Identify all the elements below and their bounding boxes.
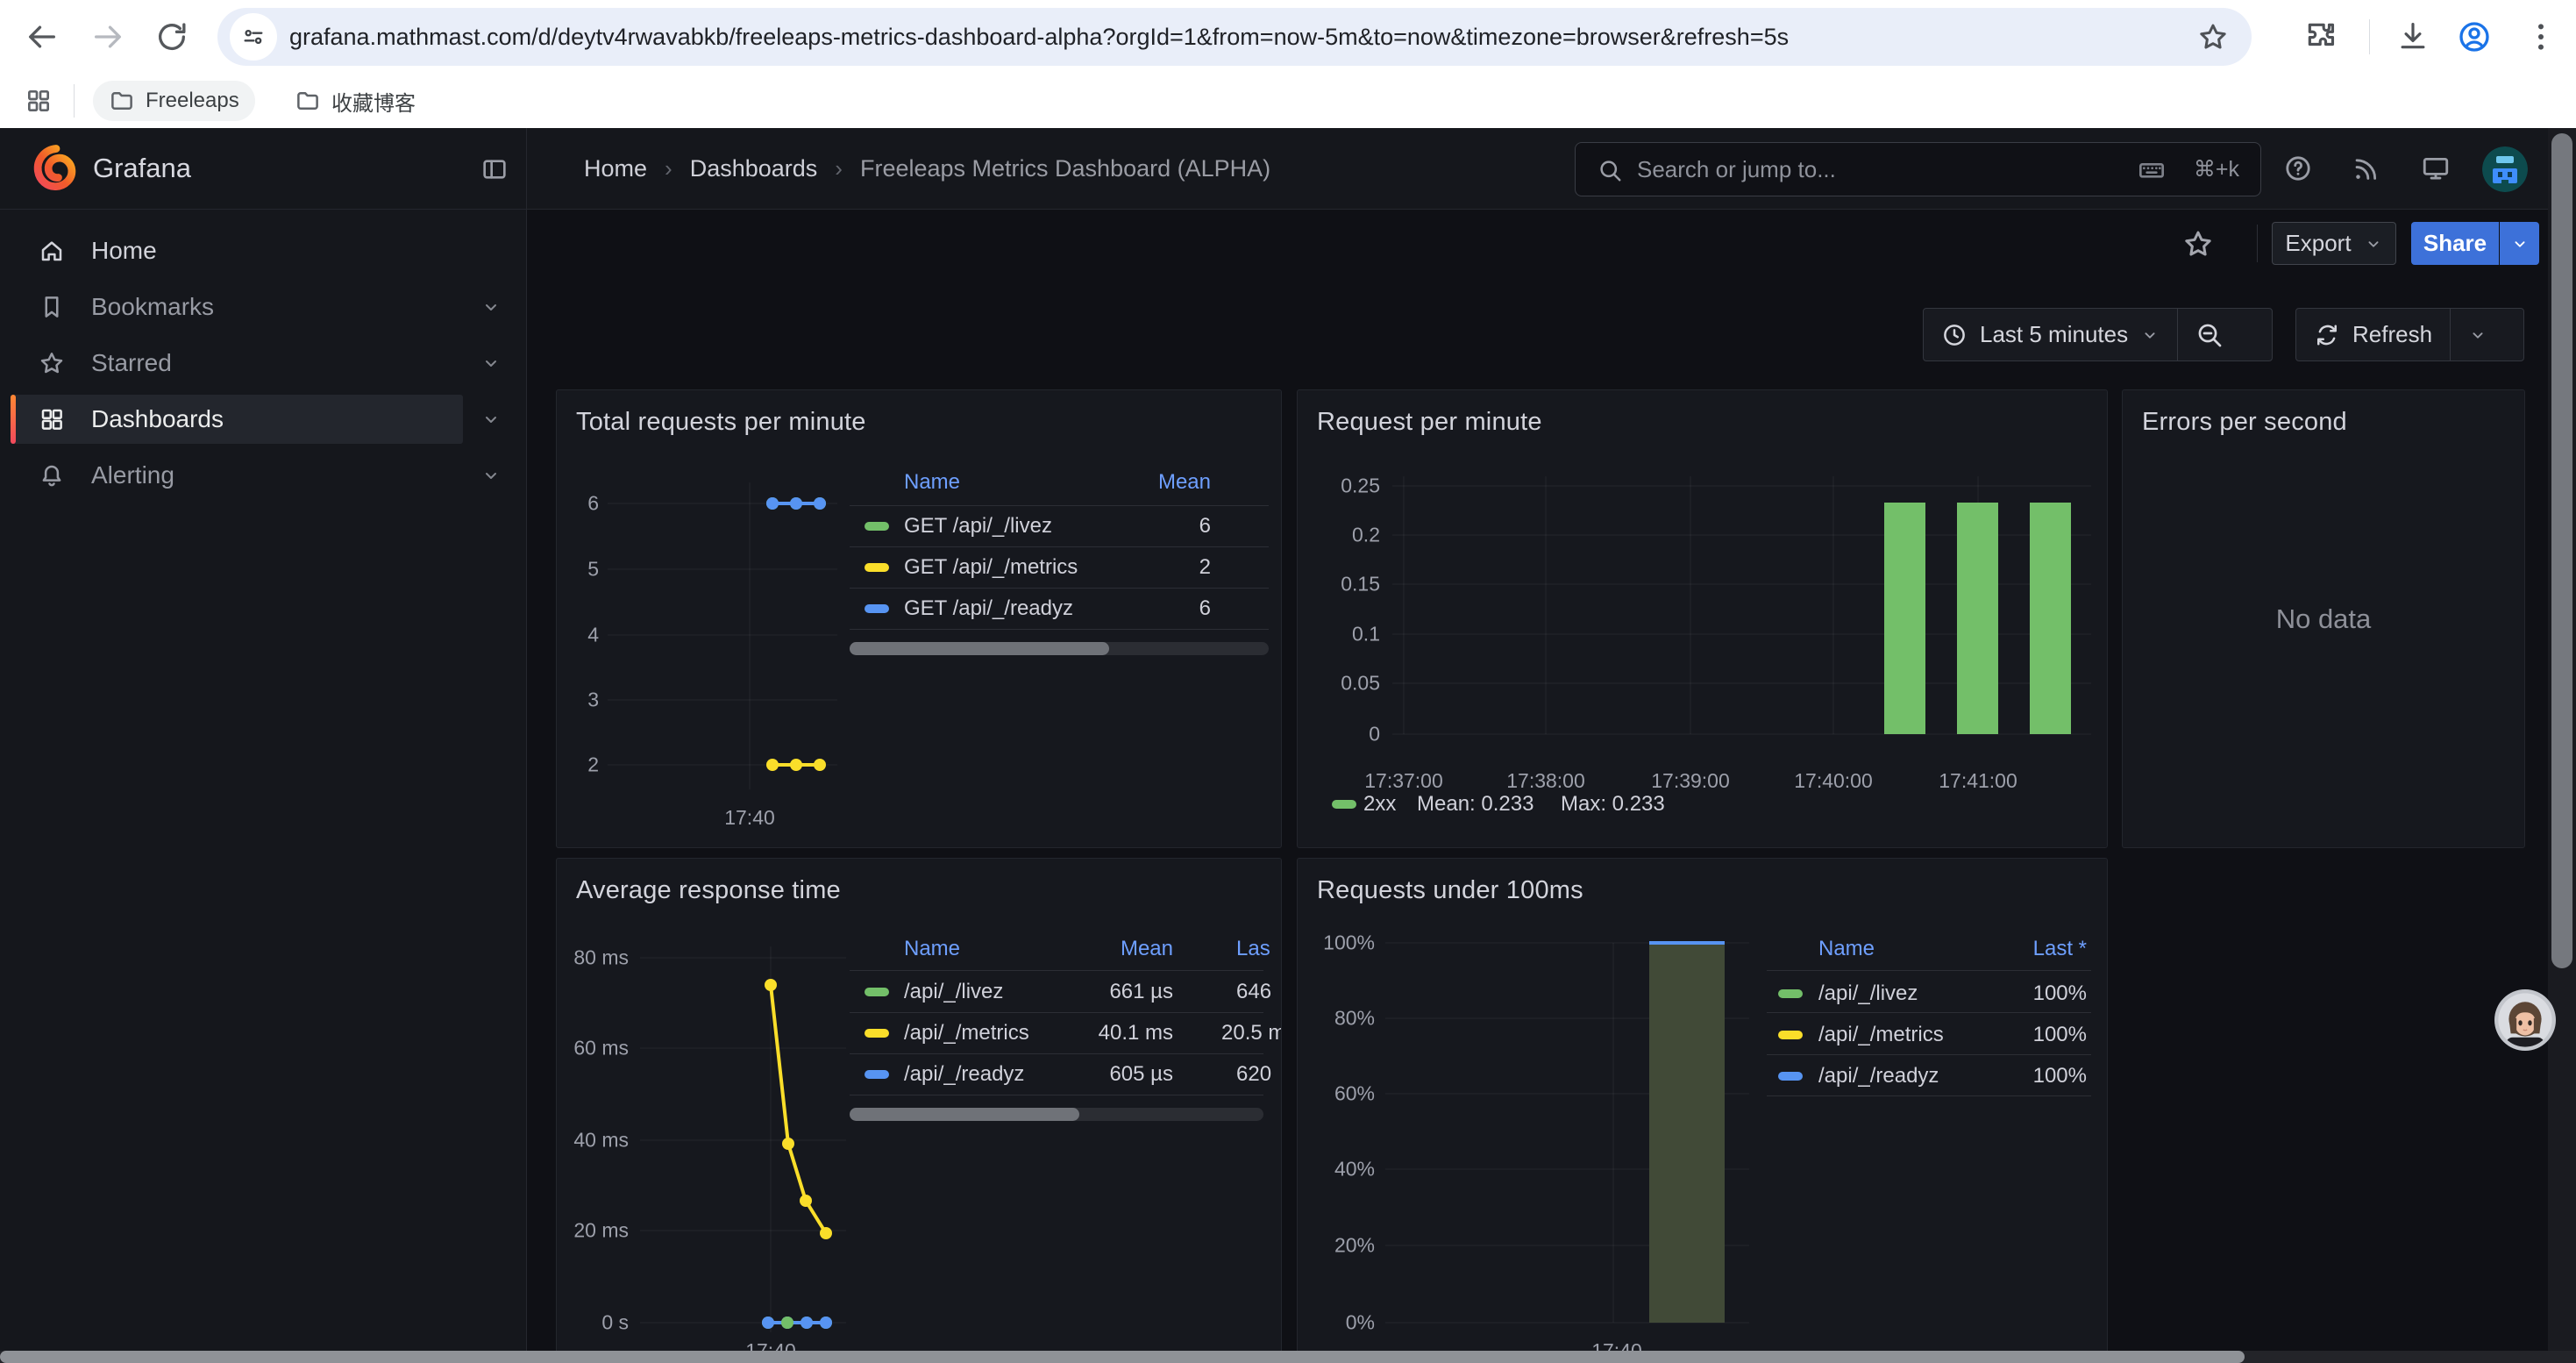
legend-value: 100% [2033, 1064, 2087, 1088]
legend-chip [1778, 989, 1803, 998]
y-axis-tick: 100% [1323, 931, 1375, 955]
legend-chip [865, 604, 889, 613]
legend-chip [1778, 1031, 1803, 1039]
assistant-avatar[interactable] [2494, 989, 2556, 1051]
legend-series-name[interactable]: GET /api/_/livez [904, 514, 1052, 539]
legend-series-name[interactable]: /api/_/readyz [904, 1062, 1024, 1087]
x-axis-tick: 17:39:00 [1651, 769, 1730, 793]
y-axis-tick: 0.2 [1352, 524, 1380, 547]
y-axis-tick: 0% [1346, 1311, 1375, 1335]
legend-value: 661 µs [1109, 980, 1173, 1004]
legend-series-name[interactable]: /api/_/livez [1818, 981, 1918, 1006]
legend-stat: Max: 0.233 [1561, 792, 1665, 817]
y-axis-tick: 60 ms [573, 1037, 629, 1060]
x-axis-tick: 17:38:00 [1506, 769, 1585, 793]
y-axis-tick: 6 [587, 492, 599, 516]
legend-chip [865, 1029, 889, 1038]
legend-value: 40.1 ms [1099, 1021, 1173, 1045]
panel-requests-under-100ms: Requests under 100ms100%80%60%40%20%0%17… [1297, 858, 2108, 1363]
legend-header[interactable]: Mean [1121, 937, 1173, 961]
y-axis-tick: 0 [1369, 723, 1380, 746]
legend-divider [850, 1012, 1263, 1013]
legend-chip [865, 1070, 889, 1079]
y-axis-tick: 4 [587, 624, 599, 647]
legend-divider [850, 629, 1269, 630]
legend-series-name[interactable]: /api/_/metrics [1818, 1023, 1944, 1047]
legend-divider [1767, 970, 2091, 971]
y-axis-tick: 0 s [601, 1311, 629, 1335]
chart-requests-under-100ms [1298, 859, 2108, 1363]
y-axis-tick: 20% [1334, 1234, 1375, 1258]
legend-scrollbar-thumb[interactable] [850, 642, 1109, 655]
legend-value: 100% [2033, 1023, 2087, 1047]
vertical-scrollbar-thumb[interactable] [2551, 133, 2572, 968]
legend-series-name[interactable]: GET /api/_/metrics [904, 555, 1078, 580]
legend-series-name[interactable]: /api/_/metrics [904, 1021, 1029, 1045]
y-axis-tick: 60% [1334, 1082, 1375, 1106]
legend-value: 100% [2033, 981, 2087, 1006]
y-axis-tick: 5 [587, 558, 599, 582]
y-axis-tick: 0.1 [1352, 623, 1380, 646]
x-axis-tick: 17:37:00 [1364, 769, 1443, 793]
panel-average-response-time: Average response time80 ms60 ms40 ms20 m… [556, 858, 1282, 1363]
legend-value: 646 [1236, 980, 1271, 1004]
y-axis-tick: 80 ms [573, 946, 629, 970]
y-axis-tick: 0.05 [1341, 672, 1380, 696]
legend-series-name[interactable]: GET /api/_/readyz [904, 596, 1073, 621]
legend-divider [850, 970, 1263, 971]
legend-chip [865, 563, 889, 572]
panel-errors-per-second: Errors per secondNo data [2122, 389, 2525, 848]
legend-divider [850, 1053, 1263, 1054]
y-axis-tick: 20 ms [573, 1219, 629, 1243]
legend-divider [1767, 1012, 2091, 1013]
legend-chip [865, 522, 889, 531]
legend-value: 6 [1199, 596, 1211, 621]
horizontal-scrollbar-thumb[interactable] [0, 1351, 2245, 1363]
y-axis-tick: 80% [1334, 1007, 1375, 1031]
y-axis-tick: 2 [587, 753, 599, 777]
legend-chip [1332, 800, 1356, 809]
legend-series-name[interactable]: /api/_/livez [904, 980, 1003, 1004]
legend-series-name[interactable]: 2xx [1363, 792, 1396, 817]
legend-divider [1767, 1095, 2091, 1096]
x-axis-tick: 17:41:00 [1939, 769, 2017, 793]
legend-header[interactable]: Name [1818, 937, 1875, 961]
legend-series-name[interactable]: /api/_/readyz [1818, 1064, 1939, 1088]
dashboard-canvas: Total requests per minute6543217:40NameM… [0, 0, 2576, 1363]
y-axis-tick: 0.15 [1341, 573, 1380, 596]
legend-divider [850, 505, 1269, 506]
no-data-message: No data [2123, 390, 2524, 847]
legend-header[interactable]: Name [904, 937, 960, 961]
legend-stat: Mean: 0.233 [1417, 792, 1534, 817]
legend-header[interactable]: Las [1236, 937, 1270, 961]
legend-divider [850, 588, 1269, 589]
legend-value: 20.5 m [1221, 1021, 1282, 1045]
legend-chip [865, 988, 889, 996]
y-axis-tick: 0.25 [1341, 475, 1380, 498]
legend-divider [1767, 1054, 2091, 1055]
y-axis-tick: 40 ms [573, 1129, 629, 1152]
legend-value: 2 [1199, 555, 1211, 580]
legend-header[interactable]: Last * [2033, 937, 2087, 961]
y-axis-tick: 40% [1334, 1158, 1375, 1181]
legend-value: 620 [1236, 1062, 1271, 1087]
legend-scrollbar-thumb[interactable] [850, 1108, 1079, 1121]
legend-divider [850, 546, 1269, 547]
x-axis-tick: 17:40 [724, 806, 775, 830]
legend-header[interactable]: Mean [1158, 470, 1211, 495]
legend-value: 6 [1199, 514, 1211, 539]
y-axis-tick: 3 [587, 689, 599, 712]
x-axis-tick: 17:40:00 [1794, 769, 1873, 793]
legend-chip [1778, 1072, 1803, 1081]
legend-header[interactable]: Name [904, 470, 960, 495]
panel-total-requests-per-minute: Total requests per minute6543217:40NameM… [556, 389, 1282, 848]
legend-value: 605 µs [1109, 1062, 1173, 1087]
panel-request-per-minute: Request per minute0.250.20.150.10.05017:… [1297, 389, 2108, 848]
girl-avatar-icon [2494, 989, 2556, 1051]
